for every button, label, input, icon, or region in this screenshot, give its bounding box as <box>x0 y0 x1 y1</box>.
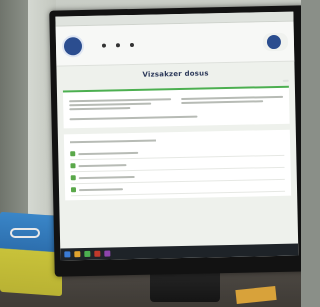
info-card <box>62 85 290 129</box>
list-item-text <box>78 163 127 167</box>
app-icon[interactable] <box>94 250 101 257</box>
browser-icon[interactable] <box>84 250 91 258</box>
text-line <box>69 115 198 121</box>
info-card-left <box>69 96 172 112</box>
nav-dot-icon <box>115 42 121 47</box>
monitor: Vizsakzer dosus <box>49 5 301 277</box>
site-header <box>55 21 295 67</box>
text-line <box>181 100 263 104</box>
main-nav <box>101 42 136 48</box>
avatar <box>266 34 282 49</box>
list-heading <box>69 139 156 144</box>
binder-ring <box>10 228 40 238</box>
text-line <box>69 98 172 103</box>
print-button[interactable] <box>282 79 289 82</box>
info-card-row <box>69 94 284 112</box>
check-icon <box>70 187 77 193</box>
start-icon[interactable] <box>64 251 71 258</box>
nav-item[interactable] <box>129 42 136 47</box>
monitor-screen: Vizsakzer dosus <box>55 11 299 261</box>
list-item-text <box>78 175 135 179</box>
app-icon[interactable] <box>104 250 111 257</box>
document-list <box>63 129 292 201</box>
photo-scene: Vizsakzer dosus <box>0 0 301 307</box>
text-line <box>181 95 284 100</box>
nav-item[interactable] <box>115 42 122 47</box>
nav-item[interactable] <box>101 43 108 48</box>
binder-stack <box>0 211 62 297</box>
text-line <box>69 107 131 111</box>
background-wall <box>0 0 28 230</box>
nav-dot-icon <box>101 43 107 48</box>
check-icon <box>70 163 76 169</box>
info-card-right <box>181 94 284 110</box>
taskbar <box>60 243 299 261</box>
nav-dot-icon <box>129 42 135 47</box>
check-icon <box>70 151 76 157</box>
check-icon <box>70 175 76 181</box>
list-item-text <box>78 187 124 191</box>
logo-emblem-icon[interactable] <box>61 34 85 57</box>
user-menu[interactable] <box>262 32 289 51</box>
list-item-text <box>78 151 139 155</box>
text-line <box>69 102 151 107</box>
folder-icon[interactable] <box>74 251 81 258</box>
